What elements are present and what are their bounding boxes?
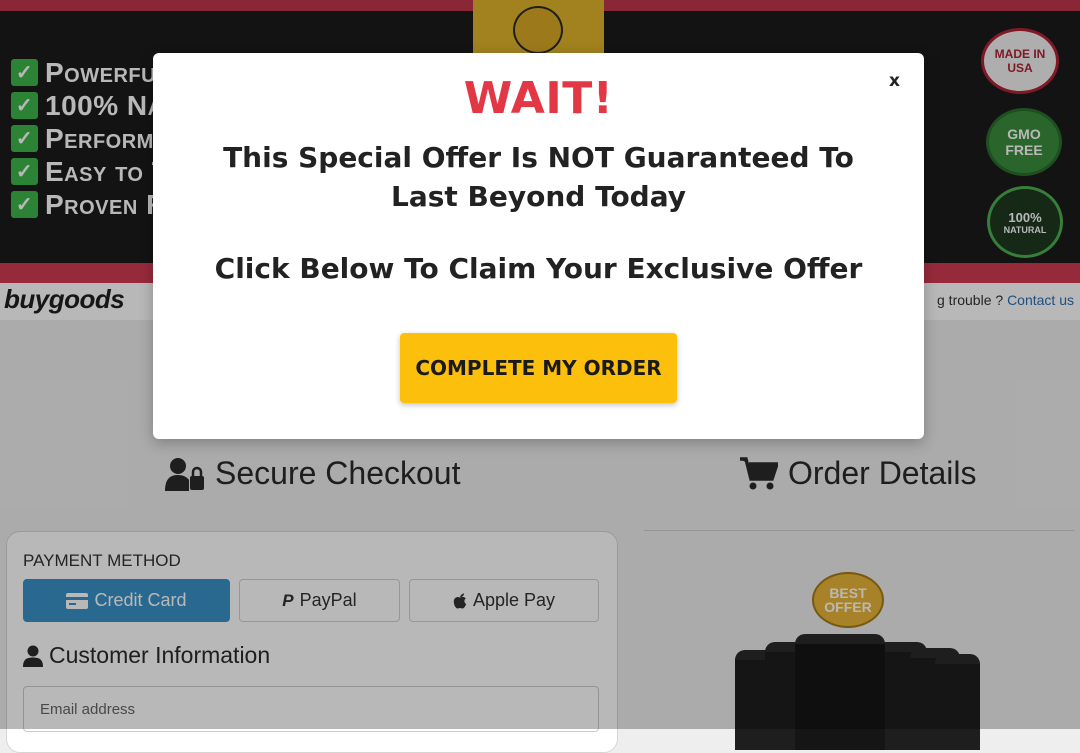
close-icon[interactable]: x bbox=[889, 71, 900, 91]
modal-heading: WAIT! bbox=[463, 73, 614, 124]
modal-subheading: This Special Offer Is NOT Guaranteed To … bbox=[223, 141, 854, 213]
complete-my-order-button[interactable]: COMPLETE MY ORDER bbox=[400, 333, 677, 403]
modal-claim-text: Click Below To Claim Your Exclusive Offe… bbox=[214, 252, 863, 285]
exit-intent-modal: x WAIT! This Special Offer Is NOT Guaran… bbox=[153, 53, 924, 439]
